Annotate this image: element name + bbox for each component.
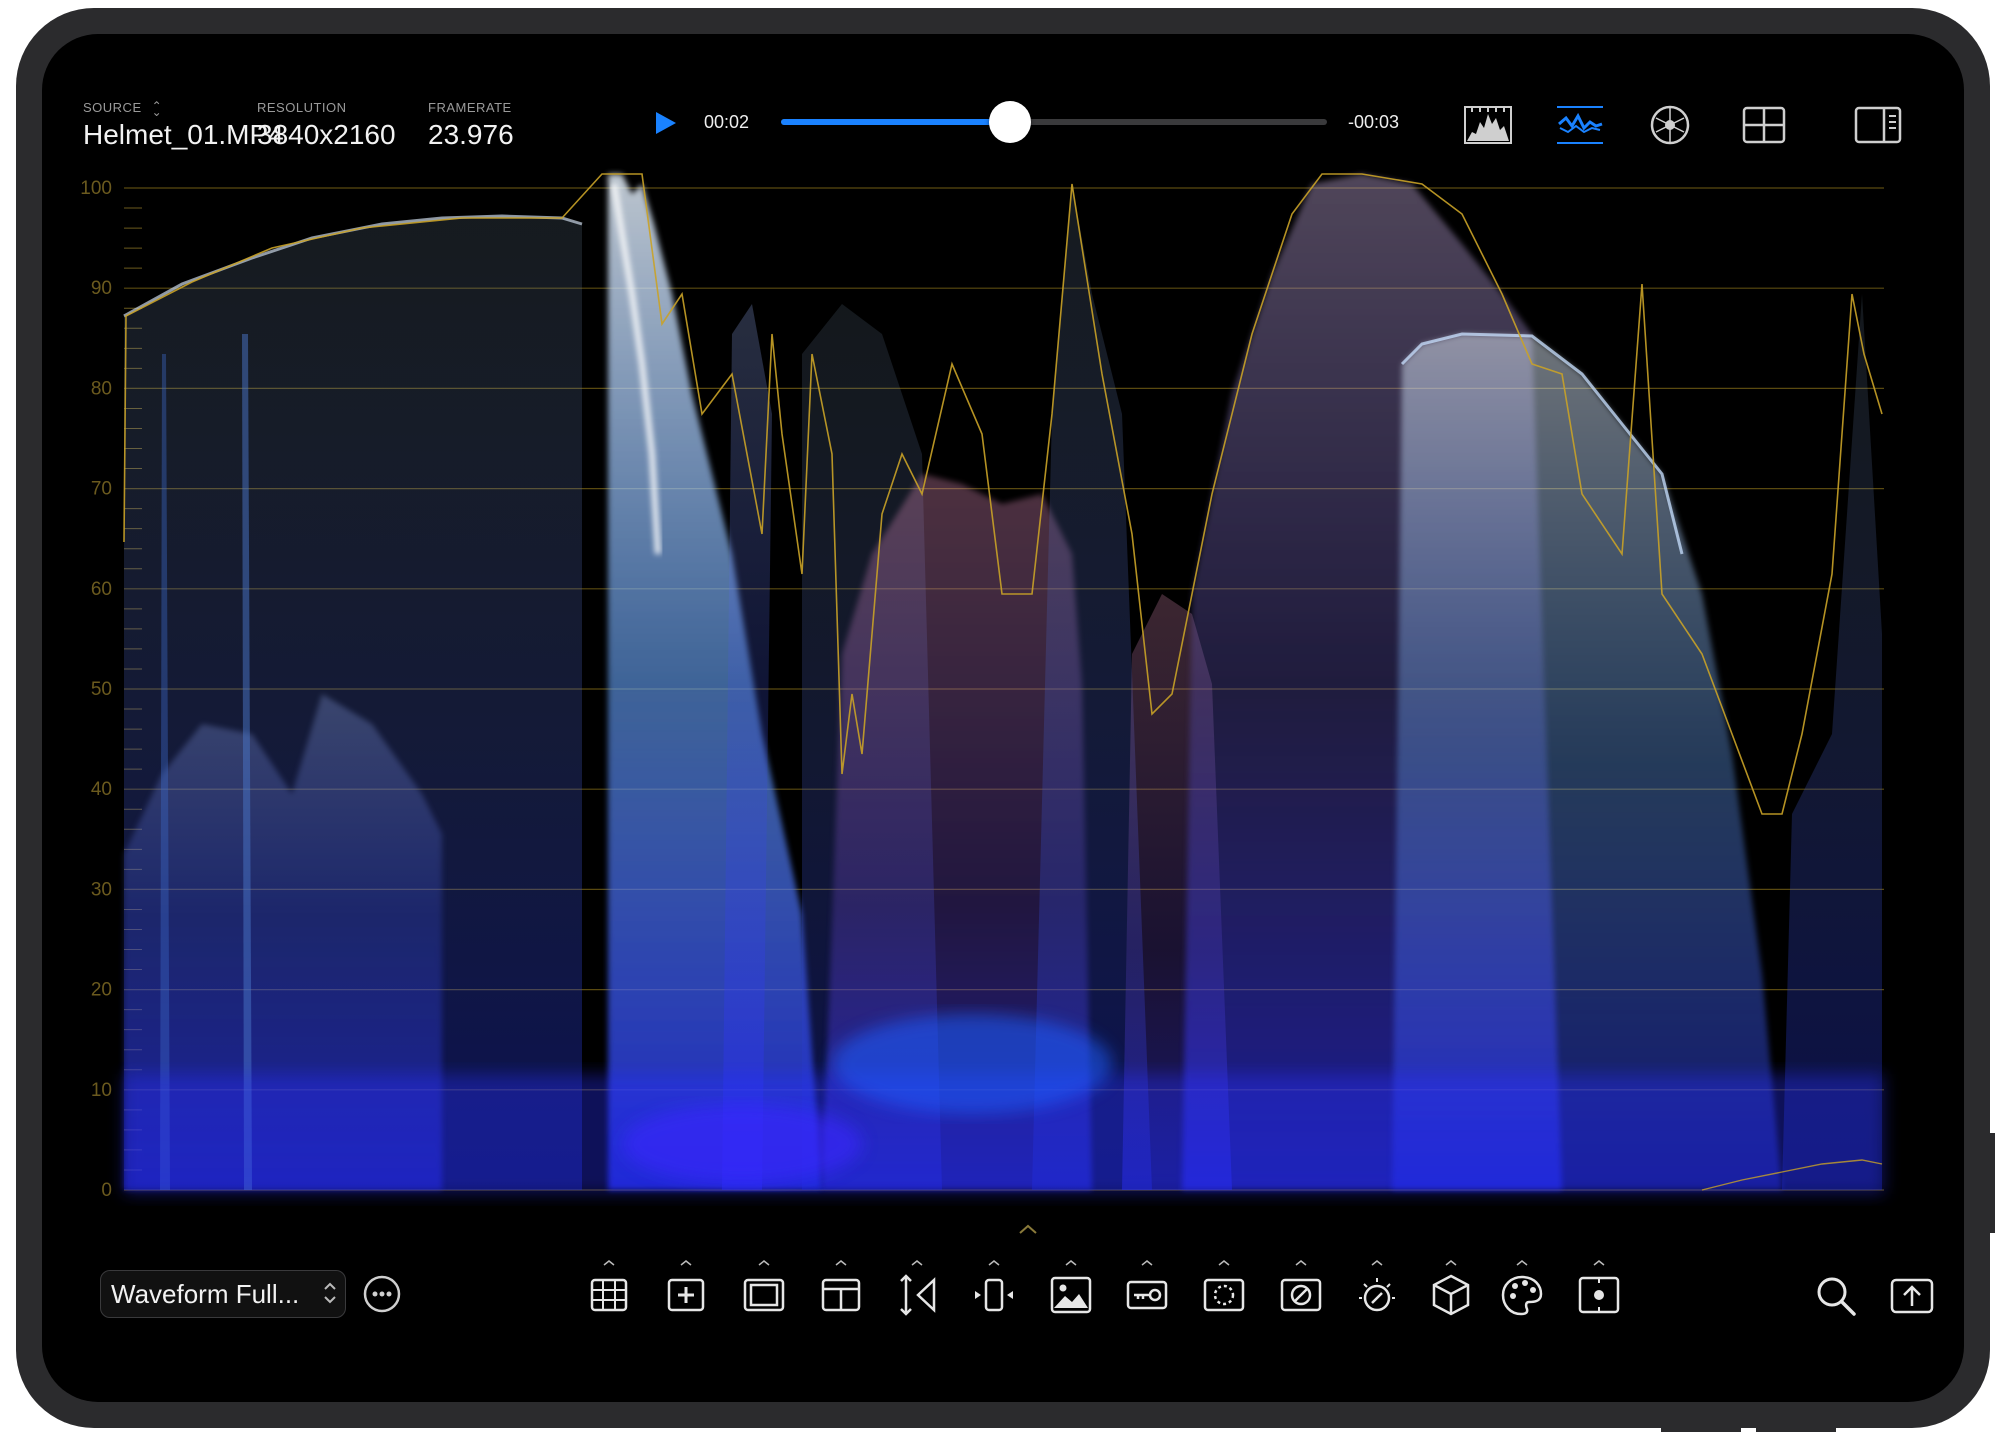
export-icon[interactable] — [1888, 1274, 1936, 1318]
key-icon — [1126, 1280, 1168, 1310]
safe-area-button[interactable] — [741, 1260, 787, 1318]
source-selector[interactable]: SOURCE ⌃ ⌄ Helmet_01.MP4 — [83, 100, 284, 151]
caret-up-icon — [1516, 1260, 1528, 1266]
chevron-updown-icon: ⌃ ⌄ — [151, 98, 163, 119]
y-tick-label: 50 — [91, 679, 112, 700]
preset-label: Waveform Full... — [111, 1279, 300, 1309]
play-button[interactable] — [650, 108, 680, 138]
caret-up-icon — [1371, 1260, 1383, 1266]
resolution-label: RESOLUTION — [257, 100, 347, 115]
caret-up-icon — [1593, 1260, 1605, 1266]
side-button — [1987, 1133, 1995, 1233]
scrubber-progress — [781, 119, 1011, 125]
sidebar-icon[interactable] — [1852, 104, 1904, 146]
caret-up-icon — [835, 1260, 847, 1266]
framerate-value: 23.976 — [428, 119, 514, 150]
caret-up-icon — [680, 1260, 692, 1266]
chevron-updown-icon — [324, 1282, 336, 1304]
key-button[interactable] — [1124, 1260, 1170, 1318]
app-screen: 100 90 80 70 60 50 40 30 20 10 0 SOURCE … — [42, 34, 1964, 1402]
exposure-dial-icon — [1359, 1278, 1395, 1312]
layout-button[interactable] — [818, 1260, 864, 1318]
caret-up-icon — [911, 1260, 923, 1266]
waveform-scope: 1009080706050403020100 — [80, 173, 1884, 1201]
caret-up-icon — [1445, 1260, 1457, 1266]
y-tick-label: 10 — [91, 1080, 112, 1101]
crosshair-button[interactable] — [663, 1260, 709, 1318]
layout-icon — [821, 1278, 861, 1312]
grid-button[interactable] — [586, 1260, 632, 1318]
expand-panel-caret-icon[interactable] — [1017, 1222, 1039, 1236]
crosshair-icon — [667, 1278, 705, 1312]
y-tick-label: 40 — [91, 779, 112, 800]
play-icon — [656, 112, 676, 134]
caret-up-icon — [758, 1260, 770, 1266]
vectorscope-icon[interactable] — [1644, 104, 1696, 146]
waveform-trace — [123, 174, 1884, 1194]
exposure-dial-button[interactable] — [1354, 1260, 1400, 1318]
framerate-label: FRAMERATE — [428, 100, 512, 115]
safe-area-icon — [743, 1278, 785, 1312]
scope-y-axis: 1009080706050403020100 — [80, 178, 112, 1201]
y-tick-label: 20 — [91, 980, 112, 1001]
caret-up-icon — [603, 1260, 615, 1266]
palette-icon — [1501, 1275, 1543, 1316]
y-tick-label: 70 — [91, 479, 112, 500]
scrubber-handle[interactable] — [989, 101, 1032, 143]
current-time: 00:02 — [704, 112, 750, 132]
y-tick-label: 0 — [101, 1180, 112, 1201]
y-tick-label: 30 — [91, 879, 112, 900]
3d-cube-icon — [1432, 1274, 1470, 1316]
caret-up-icon — [988, 1260, 1000, 1266]
volume-button — [1756, 1426, 1836, 1432]
y-tick-label: 100 — [80, 178, 112, 199]
y-tick-label: 60 — [91, 579, 112, 600]
search-icon[interactable] — [1814, 1274, 1858, 1318]
y-tick-label: 90 — [91, 278, 112, 299]
playback-scrubber[interactable] — [781, 101, 1327, 143]
grid-icon — [590, 1278, 628, 1312]
scope-preset-selector[interactable]: Waveform Full... — [100, 1270, 346, 1318]
y-tick-label: 80 — [91, 378, 112, 399]
flip-vertical-icon — [900, 1274, 936, 1316]
framerate-info: FRAMERATE 23.976 — [428, 100, 514, 151]
focus-icon — [1578, 1276, 1620, 1314]
caret-up-icon — [1065, 1260, 1077, 1266]
focus-button[interactable] — [1576, 1260, 1622, 1318]
region-button[interactable] — [1201, 1260, 1247, 1318]
flip-horizontal-button[interactable] — [971, 1260, 1017, 1318]
resolution-info: RESOLUTION 3840x2160 — [257, 100, 396, 151]
flip-vertical-button[interactable] — [894, 1260, 940, 1318]
more-options-button[interactable] — [362, 1274, 402, 1314]
image-button[interactable] — [1048, 1260, 1094, 1318]
flip-horizontal-icon — [975, 1278, 1013, 1312]
histogram-icon[interactable] — [1462, 104, 1514, 146]
source-value: Helmet_01.MP4 — [83, 119, 284, 150]
ipad-frame: 100 90 80 70 60 50 40 30 20 10 0 SOURCE … — [16, 8, 1995, 1432]
waveform-icon[interactable] — [1554, 104, 1606, 146]
false-color-button[interactable] — [1278, 1260, 1324, 1318]
false-color-icon — [1280, 1278, 1322, 1312]
palette-button[interactable] — [1499, 1260, 1545, 1318]
quad-layout-icon[interactable] — [1738, 104, 1790, 146]
image-icon — [1050, 1276, 1092, 1314]
resolution-value: 3840x2160 — [257, 119, 396, 150]
3d-cube-button[interactable] — [1428, 1260, 1474, 1318]
source-label: SOURCE — [83, 100, 142, 115]
remaining-time: -00:03 — [1348, 112, 1400, 132]
region-icon — [1203, 1278, 1245, 1312]
caret-up-icon — [1141, 1260, 1153, 1266]
caret-up-icon — [1295, 1260, 1307, 1266]
caret-up-icon — [1218, 1260, 1230, 1266]
volume-button — [1661, 1426, 1741, 1432]
